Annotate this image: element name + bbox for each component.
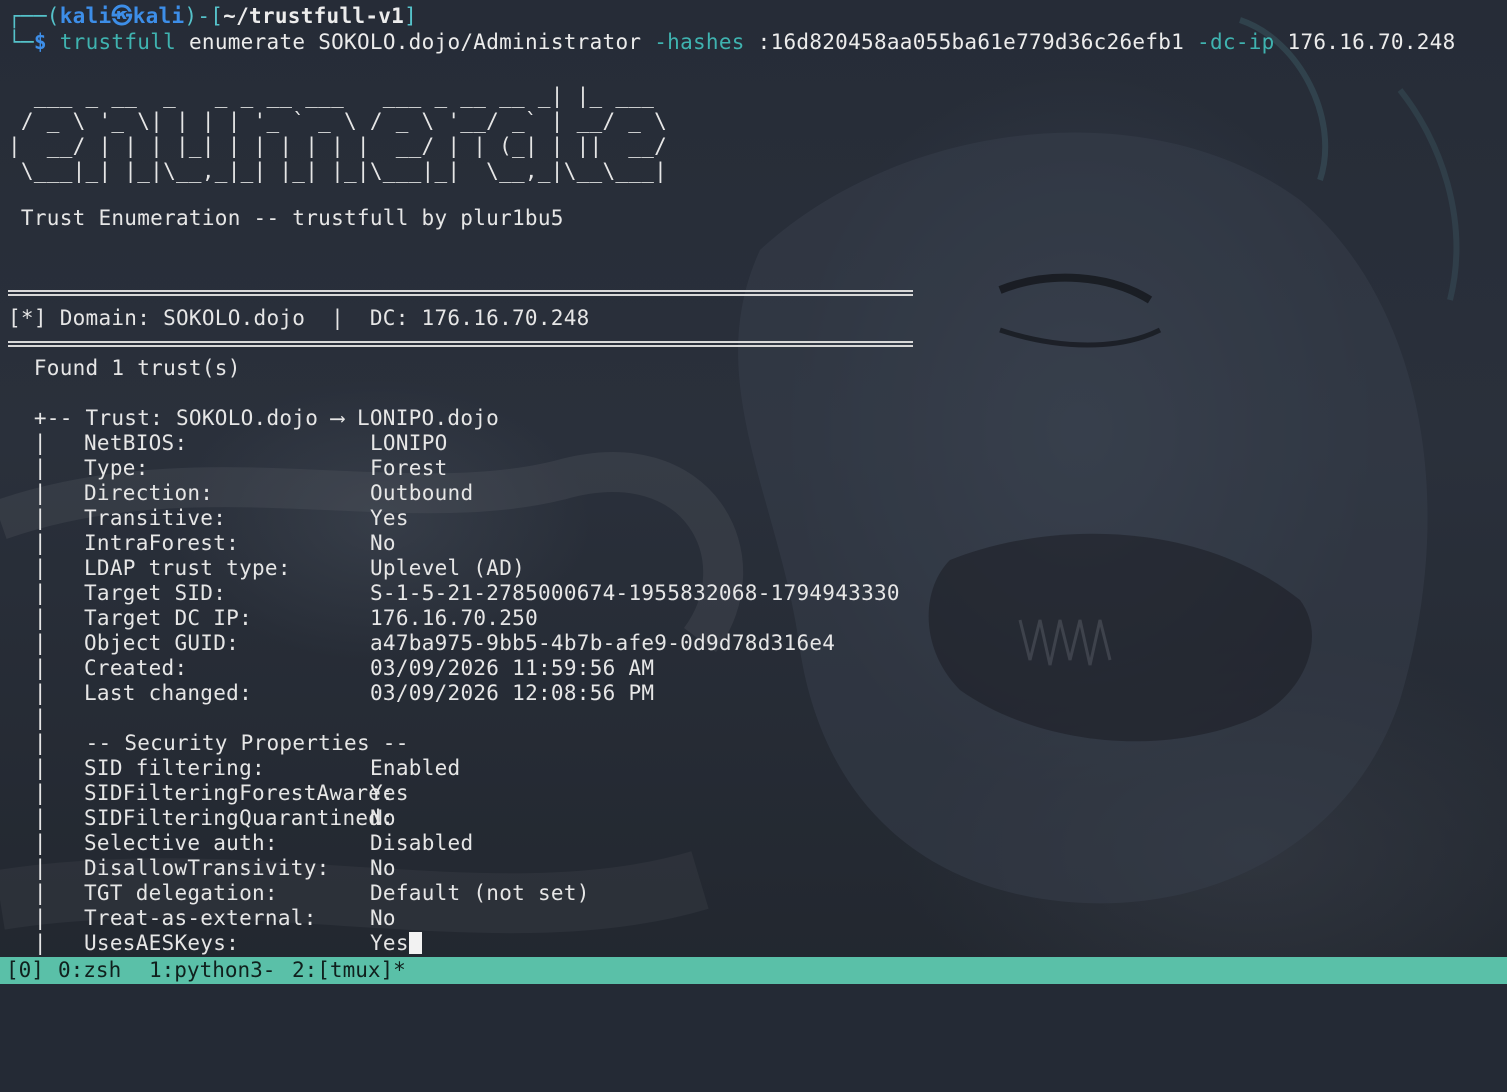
field-key: Last changed: [84,681,252,705]
banner-ascii-3: | __/ | | | |_| | | | | | | __/ | | (_| … [8,134,668,158]
field-value: 03/09/2026 11:59:56 AM [370,656,655,680]
command-name: trustfull [59,30,177,54]
terminal-output: ┌──(kali㉿kali)-[~/trustfull-v1] └─$ trus… [0,0,1507,957]
prompt-at-symbol: ㉿ [111,4,133,28]
tree-pipe: | [8,831,47,855]
field-value: No [370,906,396,930]
field-value: Disabled [370,831,474,855]
tree-pipe: | [8,506,47,530]
prompt-dollar: $ [33,30,47,54]
prompt-close: ] [404,4,418,28]
field-value: 03/09/2026 12:08:56 PM [370,681,655,705]
field-key: UsesAESKeys: [84,931,240,955]
tree-pipe: | [8,881,47,905]
field-key: Transitive: [84,506,227,530]
tmux-window-python[interactable]: 1:python3- [149,957,275,984]
field-value: No [370,531,396,555]
prompt-host: kali [132,4,185,28]
trust-header-target: LONIPO.dojo [344,406,500,430]
arrow-icon: ⟶ [331,406,345,430]
tree-pipe: | [8,781,47,805]
tree-pipe-blank: | [8,706,47,730]
command-args: enumerate SOKOLO.dojo/Administrator [188,30,642,54]
field-value: No [370,856,396,880]
tmux-status-bar: [0] 0:zsh 1:python3- 2:[tmux]* [0,957,1507,984]
field-key: TGT delegation: [84,881,278,905]
tree-pipe: | [8,556,47,580]
tree-pipe: | [8,431,47,455]
tree-pipe: | [8,906,47,930]
tree-pipe: | [8,806,47,830]
field-value: Yes [370,931,409,955]
field-value: Enabled [370,756,461,780]
field-key: LDAP trust type: [84,556,291,580]
field-value: S-1-5-21-2785000674-1955832068-179494333… [370,581,900,605]
field-value: Default (not set) [370,881,590,905]
tree-pipe: | [8,656,47,680]
tree-pipe: | [8,731,47,755]
security-header-line: | -- Security Properties -- [8,731,409,756]
banner-ascii-4: \___|_| |_|\__,_|_| |_| |_|\___|_| \__,_… [8,159,668,183]
field-value: No [370,806,396,830]
banner-ascii-2: / _ \ '_ \| | | | '_ ` _ \ / _ \ '__/ _`… [8,109,668,133]
tmux-session[interactable]: [0] [6,957,44,984]
field-value: a47ba975-9bb5-4b7b-afe9-0d9d78d316e4 [370,631,836,655]
tree-pipe: | [8,631,47,655]
field-key: Object GUID: [84,631,240,655]
field-key: Treat-as-external: [84,906,317,930]
prompt-mid: )-[ [184,4,224,28]
field-value: Forest [370,456,448,480]
terminal-cursor[interactable] [408,932,422,954]
tree-pipe: | [8,456,47,480]
banner-subtitle: Trust Enumeration -- trustfull by plur1b… [8,206,564,230]
field-value: Uplevel (AD) [370,556,526,580]
domain-summary: [*] Domain: SOKOLO.dojo | DC: 176.16.70.… [8,306,590,330]
cursor-wrap: Yes [370,931,422,956]
prompt-corner-top: ┌──( [8,4,60,28]
tree-pipe: | [8,681,47,705]
tree-pipe: | [8,856,47,880]
field-key: DisallowTransivity: [84,856,330,880]
tree-pipe: | [8,931,47,955]
security-header: -- Security Properties -- [85,731,409,755]
trust-header-prefix: +-- Trust: SOKOLO.dojo [8,406,332,430]
tree-pipe: | [8,756,47,780]
hash-value: :16d820458aa055ba61e779d36c26efb1 [757,30,1185,54]
tmux-window-zsh[interactable]: 0:zsh [58,957,121,984]
flag-dc-ip: -dc-ip [1197,30,1275,54]
field-key: Type: [84,456,149,480]
field-key: Target DC IP: [84,606,252,630]
prompt-user: kali [59,4,112,28]
field-key: Selective auth: [84,831,278,855]
separator-top [8,290,913,296]
field-key: SID filtering: [84,756,265,780]
field-key: Created: [84,656,188,680]
field-value: LONIPO [370,431,448,455]
field-value: Yes [370,506,409,530]
tmux-window-tmux[interactable]: 2:[tmux]* [292,957,406,984]
field-key: SIDFilteringQuarantined: [84,806,395,830]
field-key: Direction: [84,481,214,505]
field-key: NetBIOS: [84,431,188,455]
field-key: IntraForest: [84,531,240,555]
prompt-cwd: ~/trustfull-v1 [223,4,405,28]
prompt-line-1: ┌──(kali㉿kali)-[~/trustfull-v1] [8,4,417,29]
trust-header: +-- Trust: SOKOLO.dojo ⟶ LONIPO.dojo [8,406,499,431]
prompt-corner-bottom: └─ [8,30,34,54]
separator-bottom [8,341,913,347]
tree-pipe: | [8,606,47,630]
prompt-line-2: └─$ trustfull enumerate SOKOLO.dojo/Admi… [8,30,1456,55]
field-key: Target SID: [84,581,227,605]
field-value: 176.16.70.250 [370,606,538,630]
field-value: Yes [370,781,409,805]
ip-value: 176.16.70.248 [1287,30,1456,54]
tree-pipe: | [8,481,47,505]
flag-hashes: -hashes [654,30,745,54]
banner-ascii-1: ___ _ __ _ _ _ __ ___ ___ _ __ __ _| |_ … [8,84,655,108]
tree-pipe: | [8,531,47,555]
found-count: Found 1 trust(s) [8,356,241,380]
tree-pipe: | [8,581,47,605]
field-key: SIDFilteringForestAware: [84,781,395,805]
field-value: Outbound [370,481,474,505]
